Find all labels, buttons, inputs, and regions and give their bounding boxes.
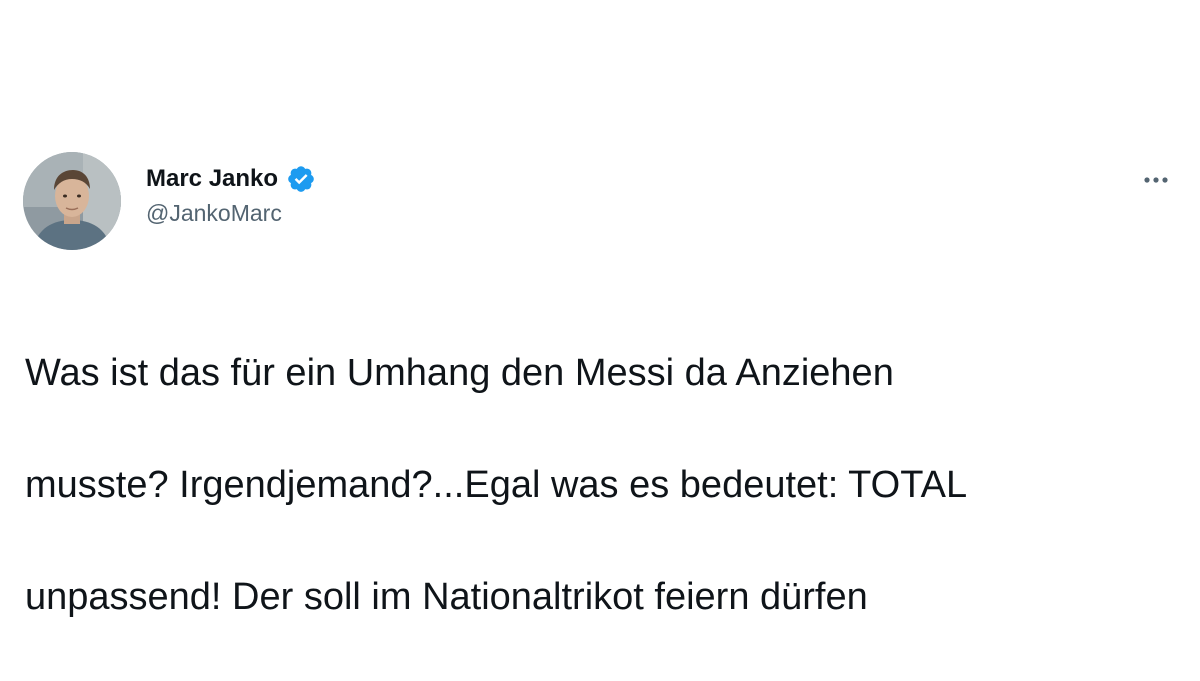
tweet-text: Was ist das für ein Umhang den Messi da … <box>25 289 1175 681</box>
user-handle[interactable]: @JankoMarc <box>146 200 316 227</box>
verified-badge-icon <box>286 164 316 194</box>
display-name[interactable]: Marc Janko <box>146 165 278 193</box>
tweet-author: Marc Janko @JankoMarc <box>146 162 316 227</box>
tweet-card: Marc Janko @JankoMarc Was ist das für ei… <box>0 0 1200 628</box>
tweet-text-line: Was ist das für ein Umhang den Messi da … <box>25 352 894 394</box>
profile-photo-icon <box>23 152 121 250</box>
tweet-text-line: unpassend! Der soll im Nationaltrikot fe… <box>25 576 868 618</box>
more-options-icon <box>1144 177 1168 183</box>
avatar[interactable] <box>23 152 121 250</box>
more-options-button[interactable] <box>1130 160 1182 200</box>
tweet-text-line: musste? Irgendjemand?...Egal was es bede… <box>25 464 968 506</box>
name-row: Marc Janko <box>146 162 316 196</box>
